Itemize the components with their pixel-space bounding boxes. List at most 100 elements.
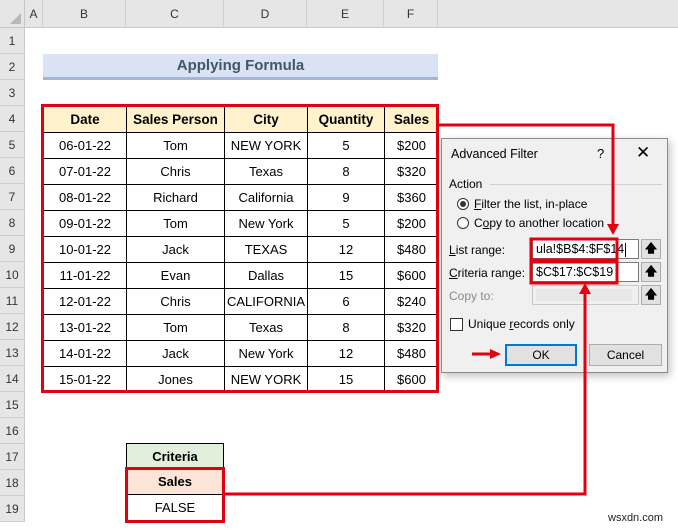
row-header-5[interactable]: 5	[0, 132, 25, 158]
sales-person-cell[interactable]: Tom	[126, 314, 225, 341]
row-header-2[interactable]: 2	[0, 54, 25, 80]
row-header-16[interactable]: 16	[0, 418, 25, 444]
row-header-19[interactable]: 19	[0, 496, 25, 522]
header-sales[interactable]: Sales	[384, 106, 439, 133]
sales-cell[interactable]: $200	[384, 132, 439, 159]
city-cell[interactable]: Texas	[224, 158, 308, 185]
criteria-range-input[interactable]: $C$17:$C$19	[532, 262, 639, 282]
city-cell[interactable]: NEW YORK	[224, 132, 308, 159]
city-cell[interactable]: California	[224, 184, 308, 211]
unique-records-checkbox-row[interactable]: Unique records only	[450, 317, 575, 331]
date-cell[interactable]: 14-01-22	[43, 340, 127, 367]
city-cell[interactable]: TEXAS	[224, 236, 308, 263]
row-header-7[interactable]: 7	[0, 184, 25, 210]
sales-cell[interactable]: $360	[384, 184, 439, 211]
city-cell[interactable]: NEW YORK	[224, 366, 308, 393]
quantity-cell[interactable]: 12	[307, 340, 385, 367]
sales-person-cell[interactable]: Chris	[126, 158, 225, 185]
select-all-corner[interactable]	[0, 0, 25, 28]
row-header-14[interactable]: 14	[0, 366, 25, 392]
row-header-18[interactable]: 18	[0, 470, 25, 496]
sales-person-cell[interactable]: Richard	[126, 184, 225, 211]
sales-person-cell[interactable]: Evan	[126, 262, 225, 289]
criteria-value-cell[interactable]: FALSE	[126, 495, 224, 521]
quantity-cell[interactable]: 15	[307, 262, 385, 289]
copy-to-location-option[interactable]: Copy to another location	[457, 216, 604, 230]
sales-cell[interactable]: $480	[384, 236, 439, 263]
cancel-button[interactable]: Cancel	[589, 344, 662, 366]
quantity-cell[interactable]: 6	[307, 288, 385, 315]
help-icon[interactable]: ?	[597, 146, 604, 161]
column-header-c[interactable]: C	[126, 0, 224, 28]
row-header-4[interactable]: 4	[0, 106, 25, 132]
column-header-a[interactable]: A	[25, 0, 43, 28]
date-cell[interactable]: 06-01-22	[43, 132, 127, 159]
header-date[interactable]: Date	[43, 106, 127, 133]
sales-person-cell[interactable]: Tom	[126, 132, 225, 159]
quantity-cell[interactable]: 5	[307, 210, 385, 237]
row-header-12[interactable]: 12	[0, 314, 25, 340]
quantity-cell[interactable]: 5	[307, 132, 385, 159]
quantity-cell[interactable]: 8	[307, 314, 385, 341]
criteria-title-cell[interactable]: Criteria	[126, 443, 224, 469]
row-header-15[interactable]: 15	[0, 392, 25, 418]
radio-unselected-icon[interactable]	[457, 217, 469, 229]
date-cell[interactable]: 11-01-22	[43, 262, 127, 289]
quantity-cell[interactable]: 8	[307, 158, 385, 185]
column-header-d[interactable]: D	[224, 0, 307, 28]
row-header-1[interactable]: 1	[0, 28, 25, 54]
sales-cell[interactable]: $320	[384, 314, 439, 341]
sales-cell[interactable]: $480	[384, 340, 439, 367]
quantity-cell[interactable]: 15	[307, 366, 385, 393]
column-header-e[interactable]: E	[307, 0, 384, 28]
date-cell[interactable]: 07-01-22	[43, 158, 127, 185]
criteria-range-collapse-icon[interactable]: 🡅	[641, 262, 661, 282]
date-cell[interactable]: 15-01-22	[43, 366, 127, 393]
sales-person-cell[interactable]: Chris	[126, 288, 225, 315]
date-cell[interactable]: 12-01-22	[43, 288, 127, 315]
row-header-8[interactable]: 8	[0, 210, 25, 236]
ok-button[interactable]: OK	[505, 344, 577, 366]
date-cell[interactable]: 13-01-22	[43, 314, 127, 341]
row-header-3[interactable]: 3	[0, 80, 25, 106]
date-cell[interactable]: 08-01-22	[43, 184, 127, 211]
list-range-input[interactable]: ula!$B$4:$F$14	[532, 239, 639, 259]
column-header-b[interactable]: B	[43, 0, 126, 28]
filter-in-place-option[interactable]: Filter the list, in-place	[457, 197, 587, 211]
row-header-9[interactable]: 9	[0, 236, 25, 262]
date-cell[interactable]: 09-01-22	[43, 210, 127, 237]
sales-cell[interactable]: $200	[384, 210, 439, 237]
sales-cell[interactable]: $600	[384, 366, 439, 393]
sales-person-cell[interactable]: Tom	[126, 210, 225, 237]
quantity-cell[interactable]: 9	[307, 184, 385, 211]
criteria-header-cell[interactable]: Sales	[126, 469, 224, 495]
sales-cell[interactable]: $600	[384, 262, 439, 289]
column-header-f[interactable]: F	[384, 0, 438, 28]
row-header-11[interactable]: 11	[0, 288, 25, 314]
row-header-13[interactable]: 13	[0, 340, 25, 366]
city-cell[interactable]: Dallas	[224, 262, 308, 289]
date-cell[interactable]: 10-01-22	[43, 236, 127, 263]
header-sales-person[interactable]: Sales Person	[126, 106, 225, 133]
sales-cell[interactable]: $240	[384, 288, 439, 315]
sales-person-cell[interactable]: Jones	[126, 366, 225, 393]
city-cell[interactable]: Texas	[224, 314, 308, 341]
header-quantity[interactable]: Quantity	[307, 106, 385, 133]
copy-to-collapse-icon[interactable]: 🡅	[641, 285, 661, 305]
sales-person-cell[interactable]: Jack	[126, 340, 225, 367]
sales-person-cell[interactable]: Jack	[126, 236, 225, 263]
list-range-collapse-icon[interactable]: 🡅	[641, 239, 661, 259]
city-cell[interactable]: New York	[224, 210, 308, 237]
row-header-17[interactable]: 17	[0, 444, 25, 470]
quantity-cell[interactable]: 12	[307, 236, 385, 263]
copy-to-input[interactable]	[532, 285, 639, 305]
sales-cell[interactable]: $320	[384, 158, 439, 185]
close-icon[interactable]: ✕	[636, 143, 650, 163]
unique-records-checkbox[interactable]	[450, 317, 463, 331]
radio-selected-icon[interactable]	[457, 198, 469, 210]
city-cell[interactable]: New York	[224, 340, 308, 367]
row-header-6[interactable]: 6	[0, 158, 25, 184]
city-cell[interactable]: CALIFORNIA	[224, 288, 308, 315]
header-city[interactable]: City	[224, 106, 308, 133]
row-header-10[interactable]: 10	[0, 262, 25, 288]
